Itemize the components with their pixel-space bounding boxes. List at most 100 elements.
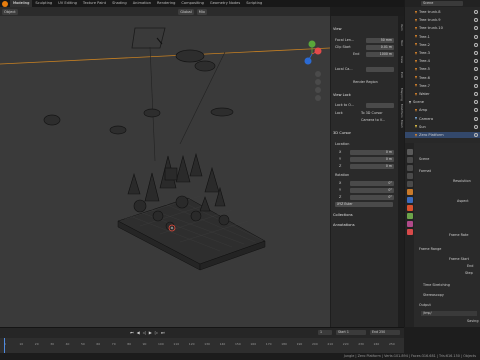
visibility-eye-icon[interactable] xyxy=(474,108,478,113)
visibility-eye-icon[interactable] xyxy=(474,124,478,129)
lock-object-field[interactable] xyxy=(366,103,394,108)
timeline-track[interactable] xyxy=(0,338,404,354)
workspace-tab-sculpting[interactable]: Sculpting xyxy=(32,0,55,7)
rotation-mode-select[interactable]: XYZ Euler xyxy=(335,202,393,207)
data-tab-icon[interactable] xyxy=(406,213,413,219)
workspace-tab-shading[interactable]: Shading xyxy=(109,0,130,7)
3d-cursor-section-title[interactable]: 3D Cursor xyxy=(333,130,395,136)
object-tab-icon[interactable] xyxy=(406,189,413,195)
clip-end-field[interactable]: 1000 m xyxy=(366,52,394,57)
loc-z-field[interactable]: 0 m xyxy=(350,164,394,169)
local-camera-field[interactable] xyxy=(366,67,394,72)
outliner-item[interactable]: Water xyxy=(405,91,480,97)
output-tab-icon[interactable] xyxy=(406,165,413,171)
workspace-tab-modeling[interactable]: Modeling xyxy=(10,0,33,7)
playhead[interactable] xyxy=(4,338,5,354)
scene-tab-icon[interactable] xyxy=(406,181,413,187)
rot-z-field[interactable]: 0° xyxy=(350,195,394,200)
outliner-item[interactable]: Tree.5 xyxy=(405,66,480,72)
outliner-item[interactable]: Tree trunk.9 xyxy=(405,17,480,23)
outliner-item[interactable]: Tree.6 xyxy=(405,75,480,81)
outliner-item[interactable]: Camera xyxy=(405,116,480,122)
visibility-eye-icon[interactable] xyxy=(474,42,478,47)
view-section-title[interactable]: View xyxy=(333,26,395,32)
rot-x-field[interactable]: 0° xyxy=(350,181,394,186)
play-reverse-icon[interactable]: ◁ xyxy=(143,330,146,335)
rot-y-field[interactable]: 0° xyxy=(350,188,394,193)
3d-viewport[interactable] xyxy=(0,16,330,327)
outliner-item[interactable]: Tree.3 xyxy=(405,50,480,56)
clip-start-field[interactable]: 0.01 m xyxy=(366,45,394,50)
output-section-title[interactable]: Output xyxy=(419,303,431,307)
focal-length-field[interactable]: 50 mm xyxy=(366,38,394,43)
workspace-tab-uv-editing[interactable]: UV Editing xyxy=(55,0,80,7)
visibility-eye-icon[interactable] xyxy=(474,133,478,137)
next-keyframe-icon[interactable]: ▷ xyxy=(155,330,158,335)
loc-z-label: Z xyxy=(339,164,342,168)
render-tab-icon[interactable] xyxy=(406,157,413,163)
outliner-item[interactable]: Tree.4 xyxy=(405,58,480,64)
texture-tab-icon[interactable] xyxy=(406,229,413,235)
visibility-eye-icon[interactable] xyxy=(474,18,478,23)
tool-tab-icon[interactable] xyxy=(406,149,413,155)
camera-to-view-checkbox[interactable]: Camera to V... xyxy=(361,118,385,122)
visibility-eye-icon[interactable] xyxy=(474,59,478,64)
mesh-icon xyxy=(415,35,417,39)
material-tab-icon[interactable] xyxy=(406,221,413,227)
outliner-item[interactable]: Amp xyxy=(405,107,480,113)
physics-tab-icon[interactable] xyxy=(406,205,413,211)
visibility-eye-icon[interactable] xyxy=(474,100,478,105)
outliner-item[interactable]: Scene xyxy=(405,99,480,105)
output-path-field[interactable]: /tmp/ xyxy=(421,311,477,316)
time-stretching-section-title[interactable]: Time Stretching xyxy=(423,283,450,287)
frame-start-field[interactable]: Start 1 xyxy=(336,330,366,335)
visibility-eye-icon[interactable] xyxy=(474,75,478,80)
format-section-title[interactable]: Format xyxy=(419,169,431,173)
visibility-eye-icon[interactable] xyxy=(474,10,478,14)
workspace-tab-scripting[interactable]: Scripting xyxy=(243,0,265,7)
blender-logo-icon[interactable] xyxy=(2,0,8,7)
view-layer-tab-icon[interactable] xyxy=(406,173,413,179)
outliner-item[interactable]: Tree.7 xyxy=(405,83,480,89)
outliner-item[interactable]: Tree trunk.10 xyxy=(405,25,480,31)
visibility-eye-icon[interactable] xyxy=(474,92,478,96)
frame-range-section-title[interactable]: Frame Range xyxy=(419,247,441,251)
outliner-item[interactable]: Zero Platform xyxy=(405,132,480,139)
workspace-tab-geometry-nodes[interactable]: Geometry Nodes xyxy=(207,0,243,7)
annotations-section-title[interactable]: Annotations xyxy=(333,222,395,228)
stereoscopy-section-title[interactable]: Stereoscopy xyxy=(423,293,444,297)
outliner-item[interactable]: Tree.1 xyxy=(405,34,480,40)
orientation-selector[interactable]: Global xyxy=(178,8,194,15)
timeline-tick-label: 180 xyxy=(281,342,287,346)
visibility-eye-icon[interactable] xyxy=(474,34,478,39)
play-icon[interactable]: ▶ xyxy=(149,330,152,335)
modifier-tab-icon[interactable] xyxy=(406,197,413,203)
loc-y-field[interactable]: 0 m xyxy=(350,157,394,162)
workspace-tab-compositing[interactable]: Compositing xyxy=(178,0,207,7)
workspace-tab-animation[interactable]: Animation xyxy=(130,0,154,7)
visibility-eye-icon[interactable] xyxy=(474,116,478,121)
mode-selector[interactable]: Object xyxy=(2,8,18,15)
prev-keyframe-icon[interactable]: ◀ xyxy=(137,330,140,335)
render-region-checkbox[interactable]: Render Region xyxy=(353,80,378,84)
visibility-eye-icon[interactable] xyxy=(474,83,478,88)
outliner-item[interactable]: Tree.2 xyxy=(405,42,480,48)
view-lock-section-title[interactable]: View Lock xyxy=(333,92,395,98)
workspace-tab-texture-paint[interactable]: Texture Paint xyxy=(80,0,109,7)
viewport-shading-selector[interactable]: Mix xyxy=(196,8,207,15)
jump-start-icon[interactable]: ⏮ xyxy=(130,330,134,335)
jump-end-icon[interactable]: ⏭ xyxy=(161,330,165,335)
frame-step-label: Step xyxy=(465,271,473,275)
outliner-scene-selector[interactable]: Scene xyxy=(421,1,463,6)
visibility-eye-icon[interactable] xyxy=(474,26,478,31)
to-3d-cursor-checkbox[interactable]: To 3D Cursor xyxy=(361,111,383,115)
loc-x-field[interactable]: 0 m xyxy=(350,150,394,155)
frame-end-field[interactable]: End 250 xyxy=(370,330,400,335)
visibility-eye-icon[interactable] xyxy=(474,51,478,55)
collections-section-title[interactable]: Collections xyxy=(333,212,395,218)
workspace-tab-rendering[interactable]: Rendering xyxy=(154,0,178,7)
visibility-eye-icon[interactable] xyxy=(474,67,478,72)
outliner-item[interactable]: Sun xyxy=(405,124,480,130)
current-frame-field[interactable]: 1 xyxy=(318,330,332,335)
outliner-item[interactable]: Tree trunk.8 xyxy=(405,9,480,15)
